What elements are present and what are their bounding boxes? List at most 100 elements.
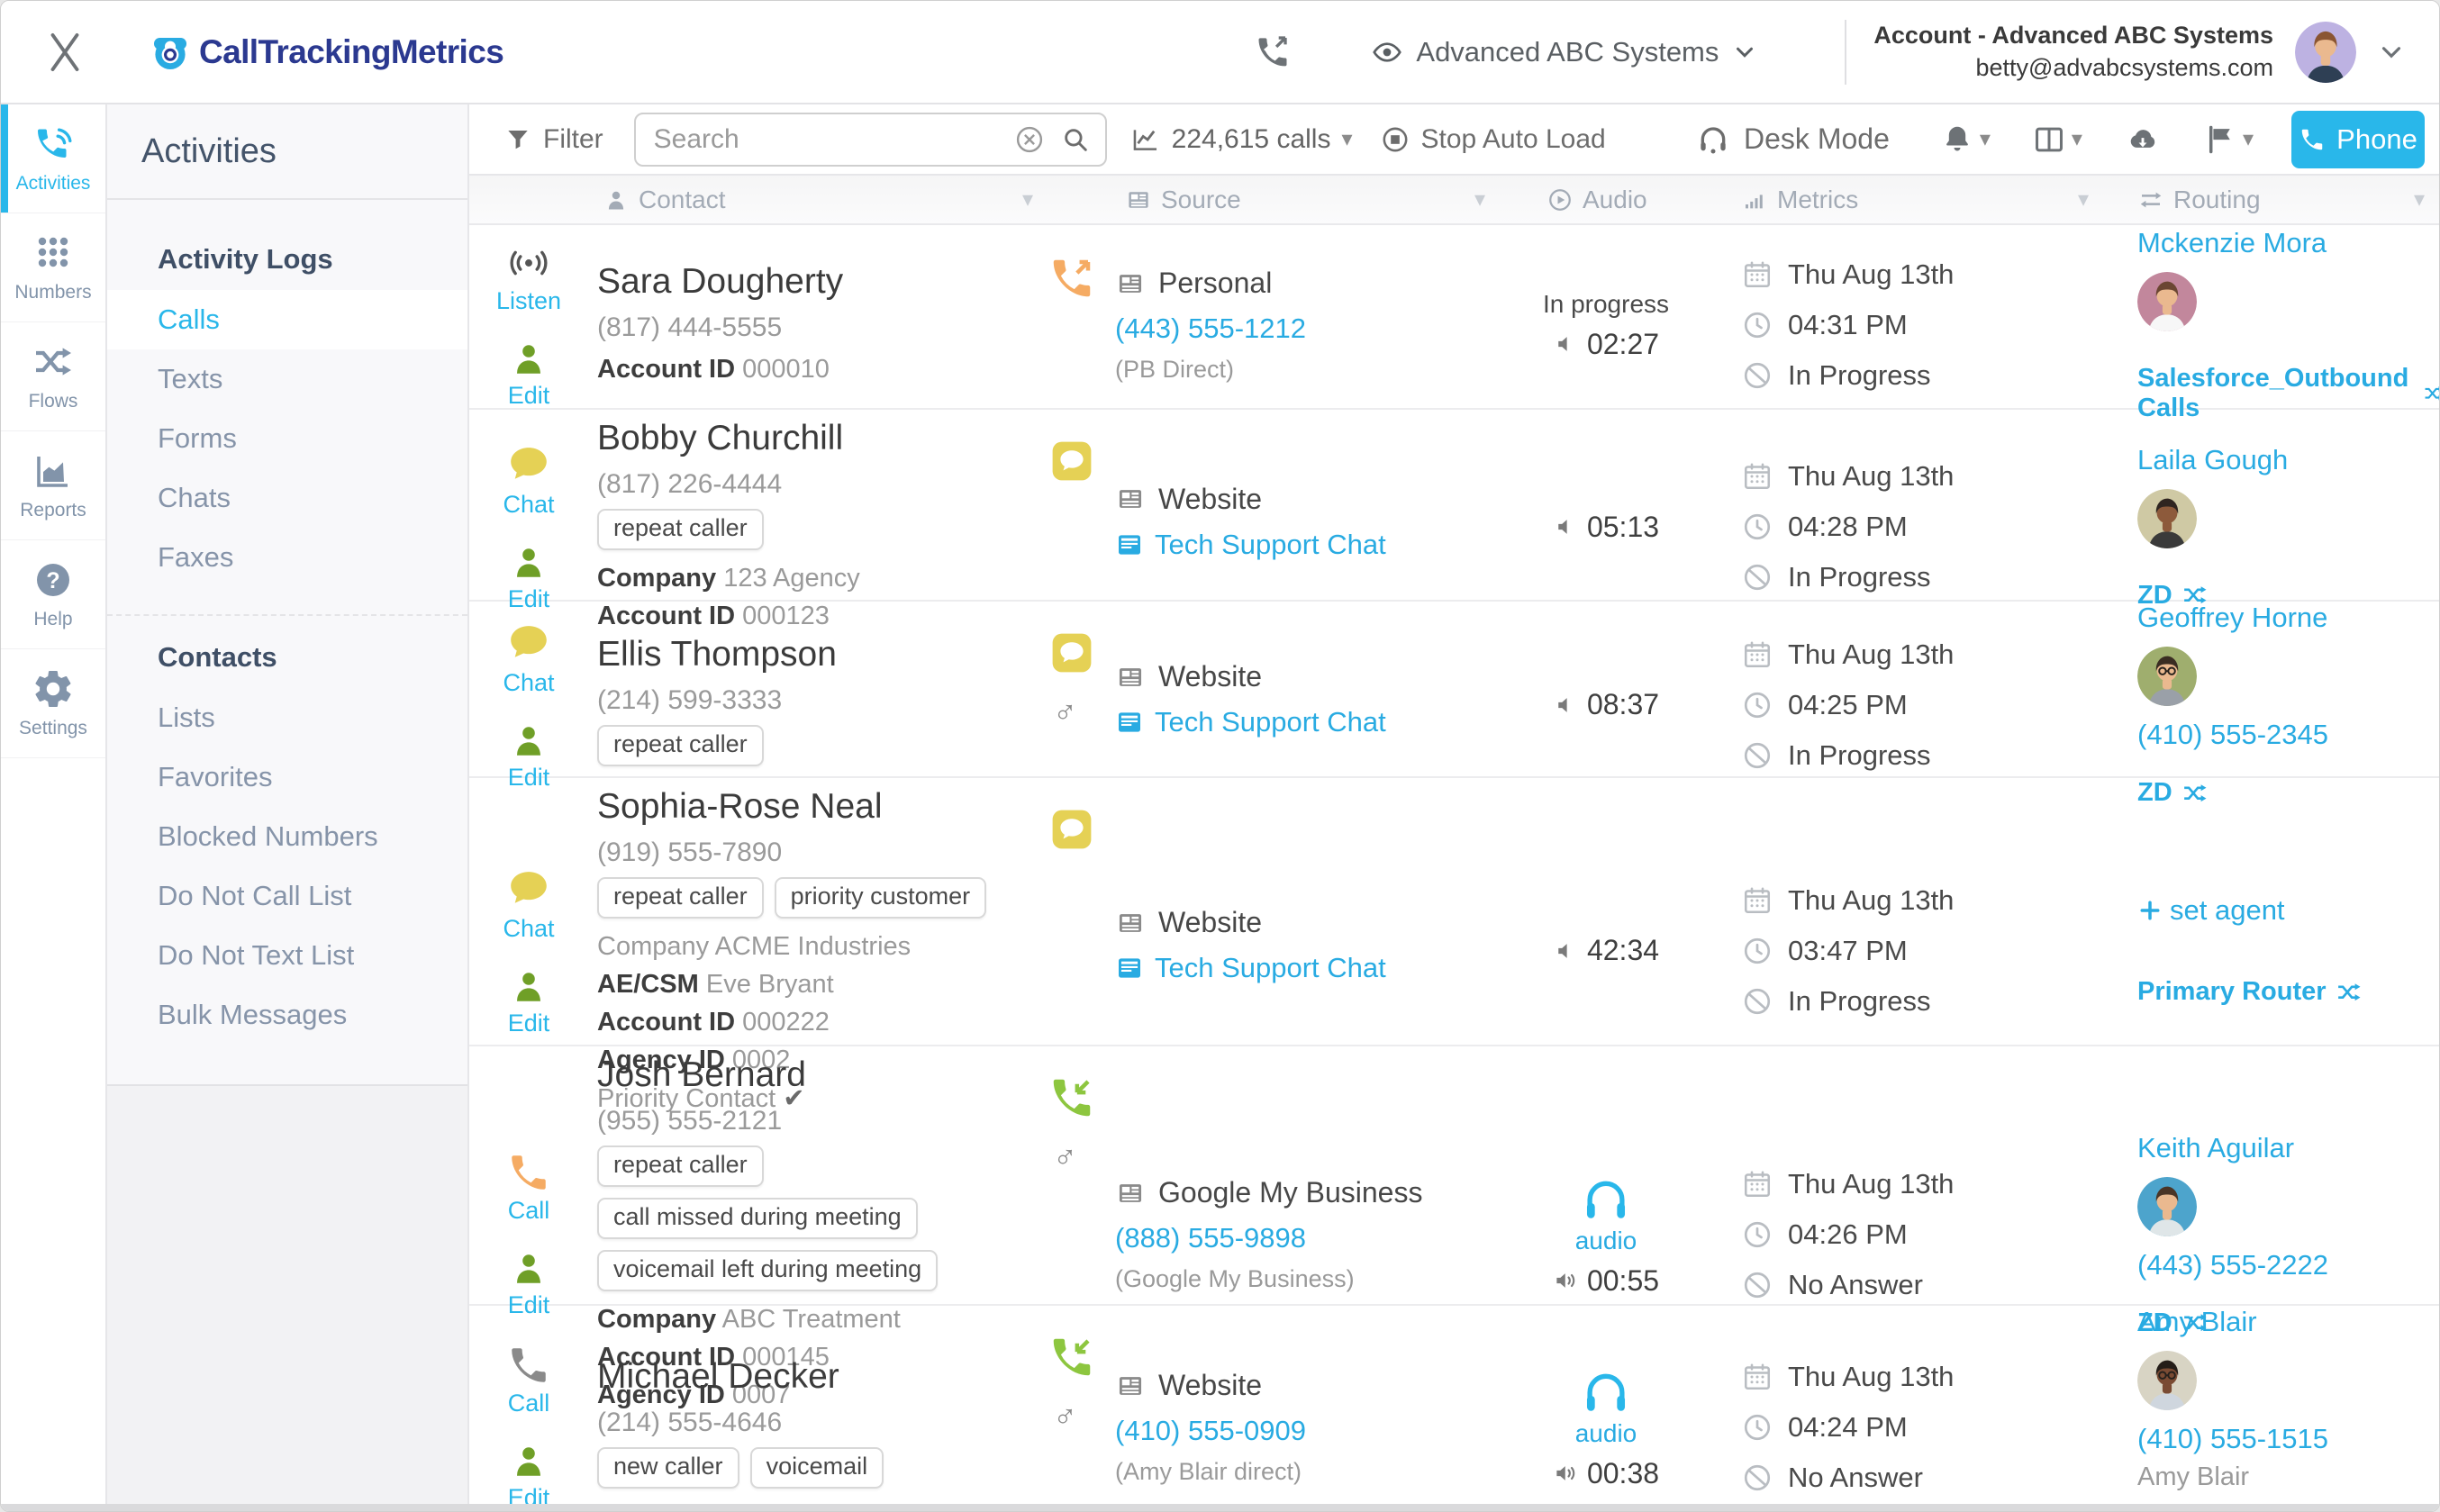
- route-link[interactable]: ZD: [2137, 778, 2209, 808]
- source-chat-link[interactable]: Tech Support Chat: [1115, 529, 1485, 561]
- contact-name[interactable]: Sara Dougherty: [597, 262, 1030, 302]
- search-input[interactable]: [636, 124, 1013, 155]
- listen-action-button[interactable]: Listen: [496, 240, 561, 315]
- edit-contact-button[interactable]: Edit: [507, 719, 550, 792]
- tag-chip: repeat caller: [597, 877, 764, 919]
- contact-name[interactable]: Sophia-Rose Neal: [597, 787, 1030, 827]
- listen-broadcast-icon: [506, 240, 551, 285]
- tag-chip: new caller: [597, 1447, 739, 1489]
- column-header-routing[interactable]: Routing ▾: [2101, 186, 2439, 214]
- search-icon[interactable]: [1060, 124, 1091, 155]
- clear-search-icon[interactable]: [1013, 123, 1046, 156]
- nav-item-settings[interactable]: Settings: [1, 649, 105, 758]
- column-header-audio[interactable]: Audio: [1498, 186, 1714, 214]
- source-number-link[interactable]: (888) 555-9898: [1115, 1222, 1485, 1254]
- agent-avatar[interactable]: [2137, 489, 2197, 548]
- audio-player-label: audio: [1575, 1419, 1637, 1448]
- sidebar-item-texts[interactable]: Texts: [107, 349, 467, 409]
- agent-avatar[interactable]: [2137, 272, 2197, 331]
- filter-caret-icon[interactable]: ▾: [1474, 186, 1485, 213]
- app-logo[interactable]: CallTrackingMetrics: [149, 31, 503, 74]
- sidebar-item-calls[interactable]: Calls: [107, 290, 467, 349]
- contact-name[interactable]: Ellis Thompson: [597, 635, 1030, 675]
- route-link[interactable]: Salesforce_Outbound Calls: [2137, 364, 2439, 423]
- audio-player-button[interactable]: audio: [1575, 1365, 1637, 1448]
- desk-mode-label: Desk Mode: [1744, 122, 1890, 156]
- nav-item-activities[interactable]: Activities: [1, 104, 105, 213]
- export-button[interactable]: [2126, 122, 2160, 157]
- filter-button[interactable]: Filter: [503, 124, 603, 155]
- calls-count-dropdown[interactable]: 224,615 calls ▾: [1130, 124, 1353, 155]
- edit-contact-button[interactable]: Edit: [507, 337, 550, 410]
- contact-phone: (955) 555-2121: [597, 1106, 1030, 1136]
- user-menu-chevron-icon[interactable]: [2376, 37, 2407, 68]
- agent-link[interactable]: Keith Aguilar: [2137, 1132, 2294, 1164]
- column-header-source[interactable]: Source ▾: [1048, 186, 1498, 214]
- nav-item-numbers[interactable]: Numbers: [1, 213, 105, 322]
- edit-contact-button[interactable]: Edit: [507, 540, 550, 613]
- call-action-button[interactable]: Call: [506, 1150, 551, 1225]
- nav-item-help[interactable]: ? Help: [1, 540, 105, 649]
- newspaper-icon: [1115, 908, 1146, 938]
- sidebar-item-lists[interactable]: Lists: [107, 688, 467, 747]
- columns-button[interactable]: ▾: [2032, 122, 2082, 157]
- sidebar-item-favorites[interactable]: Favorites: [107, 747, 467, 807]
- agent-avatar[interactable]: [2137, 1351, 2197, 1410]
- sidebar-item-bulk-messages[interactable]: Bulk Messages: [107, 985, 467, 1045]
- flag-button[interactable]: ▾: [2203, 122, 2254, 157]
- sidebar-item-do-not-text-list[interactable]: Do Not Text List: [107, 926, 467, 985]
- close-icon[interactable]: [41, 28, 89, 77]
- call-action-button[interactable]: Call: [506, 1343, 551, 1417]
- nav-item-flows[interactable]: Flows: [1, 322, 105, 431]
- agent-link[interactable]: Mckenzie Mora: [2137, 227, 2327, 259]
- filter-caret-icon[interactable]: ▾: [2414, 186, 2425, 213]
- edit-contact-button[interactable]: Edit: [507, 1246, 550, 1319]
- agent-number-link[interactable]: (410) 555-1515: [2137, 1423, 2328, 1455]
- column-header-contact[interactable]: Contact ▾: [469, 186, 1048, 214]
- sidebar-item-faxes[interactable]: Faxes: [107, 528, 467, 587]
- agent-link[interactable]: Amy Blair: [2137, 1306, 2257, 1338]
- agent-link[interactable]: Geoffrey Horne: [2137, 602, 2327, 634]
- agent-avatar[interactable]: [2137, 1177, 2197, 1236]
- chat-action-button[interactable]: Chat: [503, 440, 554, 519]
- contact-phone: (214) 599-3333: [597, 685, 1030, 716]
- user-avatar[interactable]: [2295, 22, 2356, 83]
- contact-name[interactable]: Bobby Churchill: [597, 419, 1030, 458]
- account-switcher[interactable]: Advanced ABC Systems: [1371, 36, 1758, 68]
- filter-caret-icon[interactable]: ▾: [2078, 186, 2089, 213]
- agent-avatar[interactable]: [2137, 647, 2197, 706]
- softphone-transfer-icon[interactable]: [1252, 32, 1292, 72]
- source-chat-link[interactable]: Tech Support Chat: [1115, 706, 1485, 738]
- audio-player-button[interactable]: audio: [1575, 1172, 1637, 1255]
- nav-item-label: Numbers: [14, 282, 91, 303]
- edit-contact-button[interactable]: Edit: [507, 1439, 550, 1511]
- contact-name[interactable]: Michael Decker: [597, 1357, 1030, 1397]
- chat-action-button[interactable]: Chat: [503, 865, 554, 943]
- contact-field: Company ACME Industries: [597, 928, 1030, 965]
- sidebar-item-forms[interactable]: Forms: [107, 409, 467, 468]
- edit-contact-button[interactable]: Edit: [507, 964, 550, 1037]
- source-chat-link[interactable]: Tech Support Chat: [1115, 952, 1485, 984]
- stop-auto-load-button[interactable]: Stop Auto Load: [1380, 124, 1606, 155]
- action-label: Chat: [503, 669, 554, 697]
- route-link[interactable]: Primary Router: [2137, 977, 2363, 1007]
- notifications-button[interactable]: ▾: [1940, 122, 1991, 157]
- phone-button[interactable]: Phone: [2291, 111, 2425, 168]
- filter-caret-icon[interactable]: ▾: [1022, 186, 1033, 213]
- desk-mode-button[interactable]: Desk Mode: [1695, 122, 1890, 158]
- agent-number-link[interactable]: (410) 555-2345: [2137, 719, 2328, 751]
- sidebar-item-chats[interactable]: Chats: [107, 468, 467, 528]
- set-agent-link[interactable]: set agent: [2137, 894, 2285, 927]
- source-number-link[interactable]: (410) 555-0909: [1115, 1415, 1485, 1447]
- chat-action-button[interactable]: Chat: [503, 619, 554, 697]
- sidebar-item-do-not-call-list[interactable]: Do Not Call List: [107, 866, 467, 926]
- nav-item-reports[interactable]: Reports: [1, 431, 105, 540]
- sidebar-item-blocked-numbers[interactable]: Blocked Numbers: [107, 807, 467, 866]
- contact-phone: (214) 555-4646: [597, 1408, 1030, 1438]
- agent-link[interactable]: Laila Gough: [2137, 444, 2288, 476]
- agent-number-link[interactable]: (443) 555-2222: [2137, 1249, 2328, 1281]
- source-number-link[interactable]: (443) 555-1212: [1115, 312, 1485, 345]
- column-header-metrics[interactable]: Metrics ▾: [1714, 186, 2101, 214]
- newspaper-icon: [1115, 662, 1146, 693]
- contact-name[interactable]: Josh Bernard: [597, 1055, 1030, 1095]
